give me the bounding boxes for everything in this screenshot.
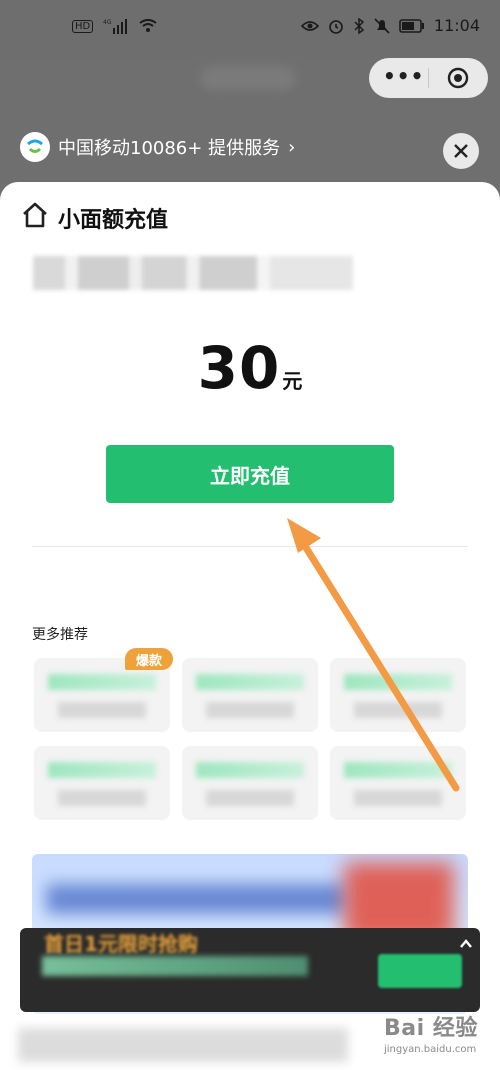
blurred-page-title xyxy=(200,66,296,90)
card-subtitle-blurred xyxy=(354,790,442,806)
card-title-blurred xyxy=(48,674,156,690)
card-title-blurred xyxy=(344,674,452,690)
alarm-icon xyxy=(329,19,343,34)
chevron-right-icon: › xyxy=(288,136,296,158)
home-icon[interactable] xyxy=(20,200,50,230)
china-mobile-logo xyxy=(20,132,50,162)
amount-value: 30 xyxy=(197,334,281,402)
svg-text:4G: 4G xyxy=(103,19,112,26)
amount-display: 30 元 xyxy=(0,334,500,402)
mini-program-capsule[interactable]: ••• xyxy=(369,58,488,98)
card-subtitle-blurred xyxy=(206,790,294,806)
recommend-card[interactable] xyxy=(182,658,318,732)
card-title-blurred xyxy=(196,762,304,778)
card-title-blurred xyxy=(48,762,156,778)
recommend-card[interactable] xyxy=(330,658,466,732)
card-subtitle-blurred xyxy=(58,790,146,806)
provider-text: 中国移动10086+ 提供服务 xyxy=(58,138,281,159)
recommend-card[interactable] xyxy=(182,746,318,820)
recommend-section-title: 更多推荐 xyxy=(32,627,88,643)
recommend-card[interactable] xyxy=(330,746,466,820)
mute-icon xyxy=(374,17,390,34)
amount-unit: 元 xyxy=(282,369,303,393)
promo-action-button[interactable] xyxy=(378,954,462,988)
provider-link[interactable]: 中国移动10086+ 提供服务 › xyxy=(20,132,295,162)
capsule-separator xyxy=(428,68,429,88)
card-title-blurred xyxy=(196,674,304,690)
hd-icon: HD xyxy=(72,19,94,33)
card-subtitle-blurred xyxy=(206,702,294,718)
more-menu-button[interactable]: ••• xyxy=(383,64,423,88)
close-button[interactable] xyxy=(443,133,479,169)
page-title: 小面额充值 xyxy=(58,208,169,233)
card-subtitle-blurred xyxy=(58,702,146,718)
promo-subtext-blurred xyxy=(42,956,308,976)
status-bar: HD 4G 11:04 xyxy=(0,0,500,58)
recharge-now-button[interactable]: 立即充值 xyxy=(106,445,394,503)
status-time: 11:04 xyxy=(433,16,480,35)
wifi-icon xyxy=(139,19,157,32)
masked-phone-number xyxy=(33,256,353,290)
status-left-icons: HD 4G xyxy=(72,18,157,34)
baidu-watermark: Bai 经验 jingyan.baidu.com xyxy=(384,1010,494,1068)
promo-text: 首日1元限时抢购 xyxy=(44,932,198,956)
chevron-up-icon[interactable] xyxy=(458,936,474,952)
footer-blurred-text xyxy=(18,1028,348,1062)
close-icon xyxy=(454,144,468,158)
status-right-icons: 11:04 xyxy=(300,16,480,35)
card-title-blurred xyxy=(344,762,452,778)
eye-icon xyxy=(300,20,319,31)
divider xyxy=(32,546,468,547)
floating-promo-bar[interactable]: 首日1元限时抢购 xyxy=(20,928,480,1012)
signal-4g-icon: 4G xyxy=(103,19,128,34)
watermark-main: Bai 经验 xyxy=(384,1016,478,1041)
battery-icon xyxy=(399,18,424,33)
watermark-sub: jingyan.baidu.com xyxy=(384,1044,477,1055)
card-subtitle-blurred xyxy=(354,702,442,718)
close-miniprogram-icon[interactable] xyxy=(447,67,469,89)
recommend-card[interactable] xyxy=(34,746,170,820)
hot-badge: 爆款 xyxy=(125,648,173,670)
banner-text-blurred xyxy=(46,884,346,914)
bluetooth-icon xyxy=(354,17,365,34)
